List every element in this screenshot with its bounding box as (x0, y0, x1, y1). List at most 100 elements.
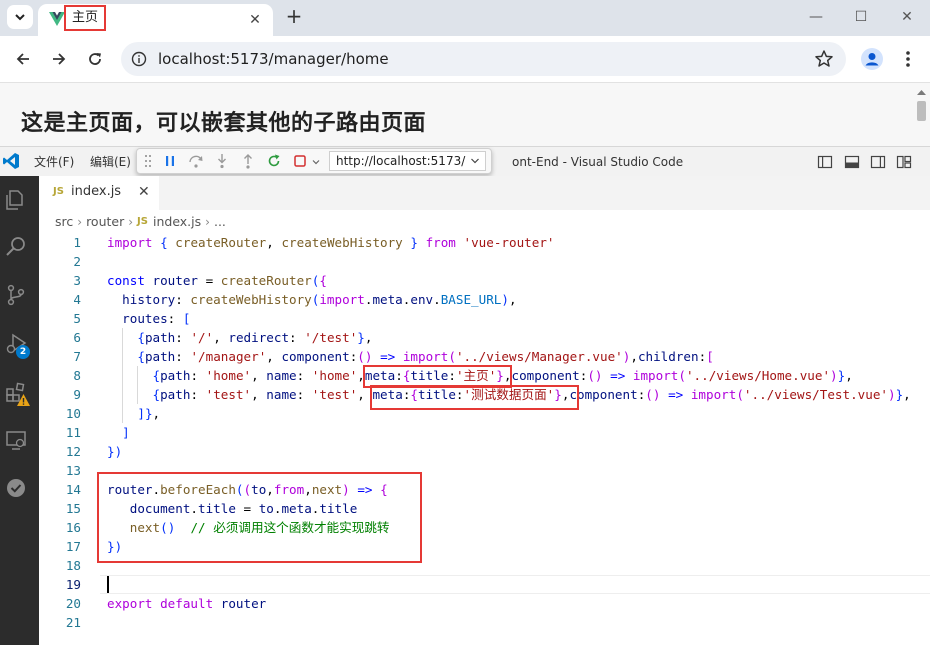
close-icon[interactable]: ✕ (138, 184, 150, 200)
line-number: 4 (73, 292, 81, 307)
code-line[interactable]: 13 (39, 461, 930, 480)
forward-button[interactable] (48, 48, 70, 70)
breadcrumb-separator: › (205, 214, 210, 229)
line-number: 14 (65, 482, 81, 497)
page-scrollbar[interactable] (915, 87, 928, 147)
line-number: 21 (65, 615, 81, 630)
step-into-button[interactable] (213, 152, 231, 170)
code-line[interactable]: 7 {path: '/manager', component:() => imp… (39, 347, 930, 366)
drag-grip-icon[interactable] (144, 154, 152, 168)
page-scroll-thumb[interactable] (917, 101, 926, 121)
step-out-button[interactable] (239, 152, 257, 170)
indent-guide (137, 366, 139, 385)
code-text: export default router (107, 596, 267, 611)
code-line[interactable]: 12}) (39, 442, 930, 461)
code-line[interactable]: 10 ]}, (39, 404, 930, 423)
stop-button[interactable] (291, 152, 309, 170)
code-line[interactable]: 19 (39, 575, 930, 594)
line-number: 7 (73, 349, 81, 364)
line-number: 12 (65, 444, 81, 459)
step-over-button[interactable] (187, 152, 205, 170)
chevron-down-icon (471, 158, 479, 164)
toggle-panel-icon[interactable] (844, 154, 860, 170)
bookmark-star-icon[interactable] (814, 49, 834, 69)
editor-tab-label: index.js (71, 184, 122, 199)
more-vert-icon[interactable] (898, 48, 918, 70)
reload-button[interactable] (84, 48, 106, 70)
browser-tab-home[interactable]: 主页 ✕ (38, 4, 273, 36)
line-number: 11 (65, 425, 81, 440)
code-text: next() // 必须调用这个函数才能实现跳转 (129, 520, 390, 535)
code-line[interactable]: 21 (39, 613, 930, 632)
step-over-icon (189, 155, 203, 168)
new-tab-button[interactable]: + (283, 6, 305, 28)
code-text: router.beforeEach((to,from,next) => { (107, 482, 388, 497)
tab-search-button[interactable] (7, 5, 33, 29)
code-text: {path: 'test', name: 'test', meta:{title… (152, 387, 911, 402)
code-line[interactable]: 11 ] (39, 423, 930, 442)
code-line[interactable]: 18 (39, 556, 930, 575)
indent-guide (122, 385, 124, 404)
vue-favicon (49, 12, 65, 26)
code-line[interactable]: 3 const router = createRouter({ (39, 271, 930, 290)
code-line[interactable]: 6 {path: '/', redirect: '/test'}, (39, 328, 930, 347)
menu-edit[interactable]: 编辑(E) (90, 147, 131, 177)
line-number: 13 (65, 463, 81, 478)
line-number: 3 (73, 273, 81, 288)
run-debug-item[interactable]: 2 (0, 326, 39, 366)
code-line[interactable]: 8 {path: 'home', name: 'home',meta:{titl… (39, 366, 930, 385)
code-line[interactable]: 9 {path: 'test', name: 'test', meta:{tit… (39, 385, 930, 404)
url-text: localhost:5173/manager/home (158, 50, 389, 68)
code-line[interactable]: 20 export default router (39, 594, 930, 613)
remote-explorer-icon[interactable] (4, 428, 28, 452)
breadcrumb: src › router › JS index.js ›... (55, 213, 226, 231)
line-number: 15 (65, 501, 81, 516)
menu-file[interactable]: 文件(F) (34, 147, 74, 177)
scroll-up-icon[interactable] (915, 87, 928, 97)
code-line[interactable]: 17}) (39, 537, 930, 556)
toggle-primary-sidebar-icon[interactable] (817, 154, 833, 170)
stop-dropdown-chevron-icon[interactable] (311, 157, 321, 167)
window-close-button[interactable]: ✕ (894, 6, 920, 28)
code-text: history: createWebHistory(import.meta.en… (122, 292, 517, 307)
extensions-item[interactable] (0, 376, 39, 416)
vscode-window-title: ont-End - Visual Studio Code (512, 155, 684, 169)
pause-icon (166, 156, 174, 166)
code-line[interactable]: 2 (39, 252, 930, 271)
code-line[interactable]: 1 import { createRouter, createWebHistory… (39, 233, 930, 252)
code-line[interactable]: 15 document.title = to.meta.title (39, 499, 930, 518)
source-control-icon[interactable] (4, 283, 28, 307)
code-text: ]}, (137, 406, 161, 421)
breadcrumb-item-file[interactable]: index.js (153, 214, 201, 229)
breadcrumb-item-symbol[interactable]: ... (214, 214, 226, 229)
address-bar[interactable]: localhost:5173/manager/home (121, 42, 846, 76)
code-text: const router = createRouter({ (107, 273, 327, 288)
toggle-secondary-sidebar-icon[interactable] (870, 154, 886, 170)
code-line[interactable]: 4 history: createWebHistory(import.meta.… (39, 290, 930, 309)
minimize-button[interactable]: — (803, 6, 829, 28)
editor-tab-index-js[interactable]: JS index.js ✕ (39, 176, 159, 210)
testing-icon[interactable] (4, 476, 28, 500)
breadcrumb-item-src[interactable]: src (55, 214, 73, 229)
code-line[interactable]: 16 next() // 必须调用这个函数才能实现跳转 (39, 518, 930, 537)
code-line[interactable]: 5 routes: [ (39, 309, 930, 328)
profile-icon[interactable] (861, 48, 883, 70)
explorer-icon[interactable] (4, 188, 28, 212)
restart-button[interactable] (265, 152, 283, 170)
code-line[interactable]: 14 router.beforeEach((to,from,next) => { (39, 480, 930, 499)
breadcrumb-separator: › (77, 214, 83, 229)
breadcrumb-separator: › (128, 214, 134, 229)
pause-button[interactable] (161, 152, 179, 170)
site-info-icon[interactable] (131, 51, 147, 67)
customize-layout-icon[interactable] (896, 154, 912, 170)
chevron-down-icon (15, 14, 25, 21)
debug-sessions-badge: 2 (16, 345, 30, 359)
indent-guide (122, 328, 124, 347)
debug-target-select[interactable]: http://localhost:5173/ (329, 151, 486, 171)
back-button[interactable] (12, 48, 34, 70)
close-tab-icon[interactable]: ✕ (247, 12, 263, 28)
search-icon[interactable] (4, 235, 28, 259)
indent-guide (122, 366, 124, 385)
breadcrumb-item-router[interactable]: router (86, 214, 124, 229)
maximize-button[interactable]: ☐ (848, 6, 874, 28)
